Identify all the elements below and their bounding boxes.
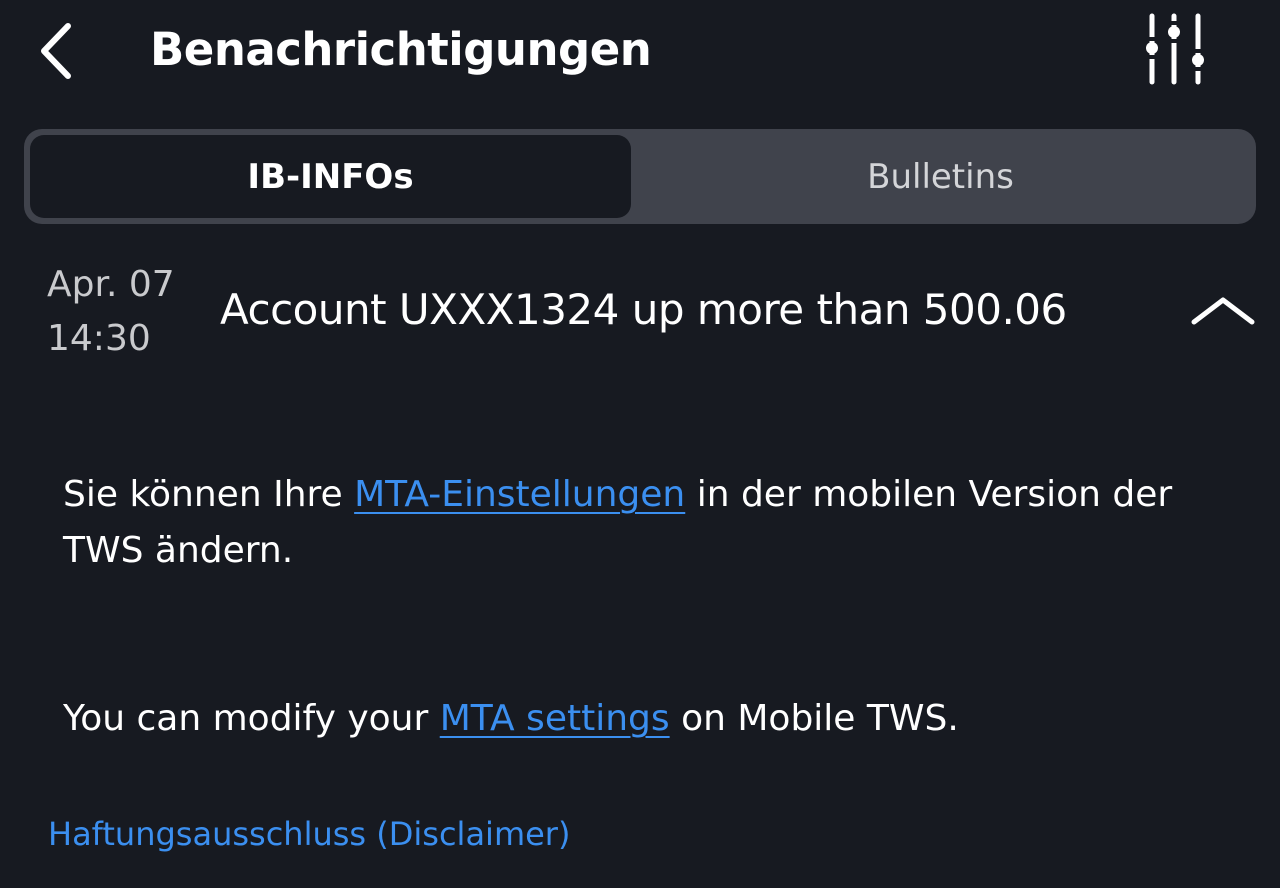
page-title: Benachrichtigungen — [150, 23, 652, 76]
message-time: 14:30 — [47, 318, 151, 359]
message-body-english: You can modify your MTA settings on Mobi… — [63, 691, 1233, 747]
tab-ib-infos[interactable]: IB-INFOs — [30, 135, 631, 218]
message-date: Apr. 07 — [47, 264, 175, 305]
body-de-text-before: Sie können Ihre — [63, 474, 355, 515]
notifications-screen: Benachrichtigungen IB-INFOs Bulletins Ap… — [0, 0, 1280, 888]
message-timestamp: Apr. 07 14:30 — [47, 258, 175, 366]
tab-bulletins[interactable]: Bulletins — [631, 135, 1250, 218]
message-body-german: Sie können Ihre MTA-Einstellungen in der… — [63, 467, 1233, 579]
segmented-control: IB-INFOs Bulletins — [24, 129, 1256, 224]
body-en-text-before: You can modify your — [63, 698, 440, 739]
back-button[interactable] — [30, 18, 86, 84]
filter-button[interactable] — [1138, 10, 1212, 90]
sliders-icon — [1146, 13, 1204, 85]
message-title[interactable]: Account UXXX1324 up more than 500.06 — [220, 280, 1067, 340]
header-bar: Benachrichtigungen — [0, 0, 1280, 104]
body-en-text-after: on Mobile TWS. — [669, 698, 959, 739]
mta-einstellungen-link[interactable]: MTA-Einstellungen — [354, 474, 685, 515]
chevron-up-icon — [1191, 297, 1255, 325]
chevron-left-icon — [41, 23, 71, 79]
collapse-button[interactable] — [1186, 288, 1260, 334]
disclaimer-link[interactable]: Haftungsausschluss (Disclaimer) — [48, 808, 570, 860]
mta-settings-link[interactable]: MTA settings — [440, 698, 670, 739]
